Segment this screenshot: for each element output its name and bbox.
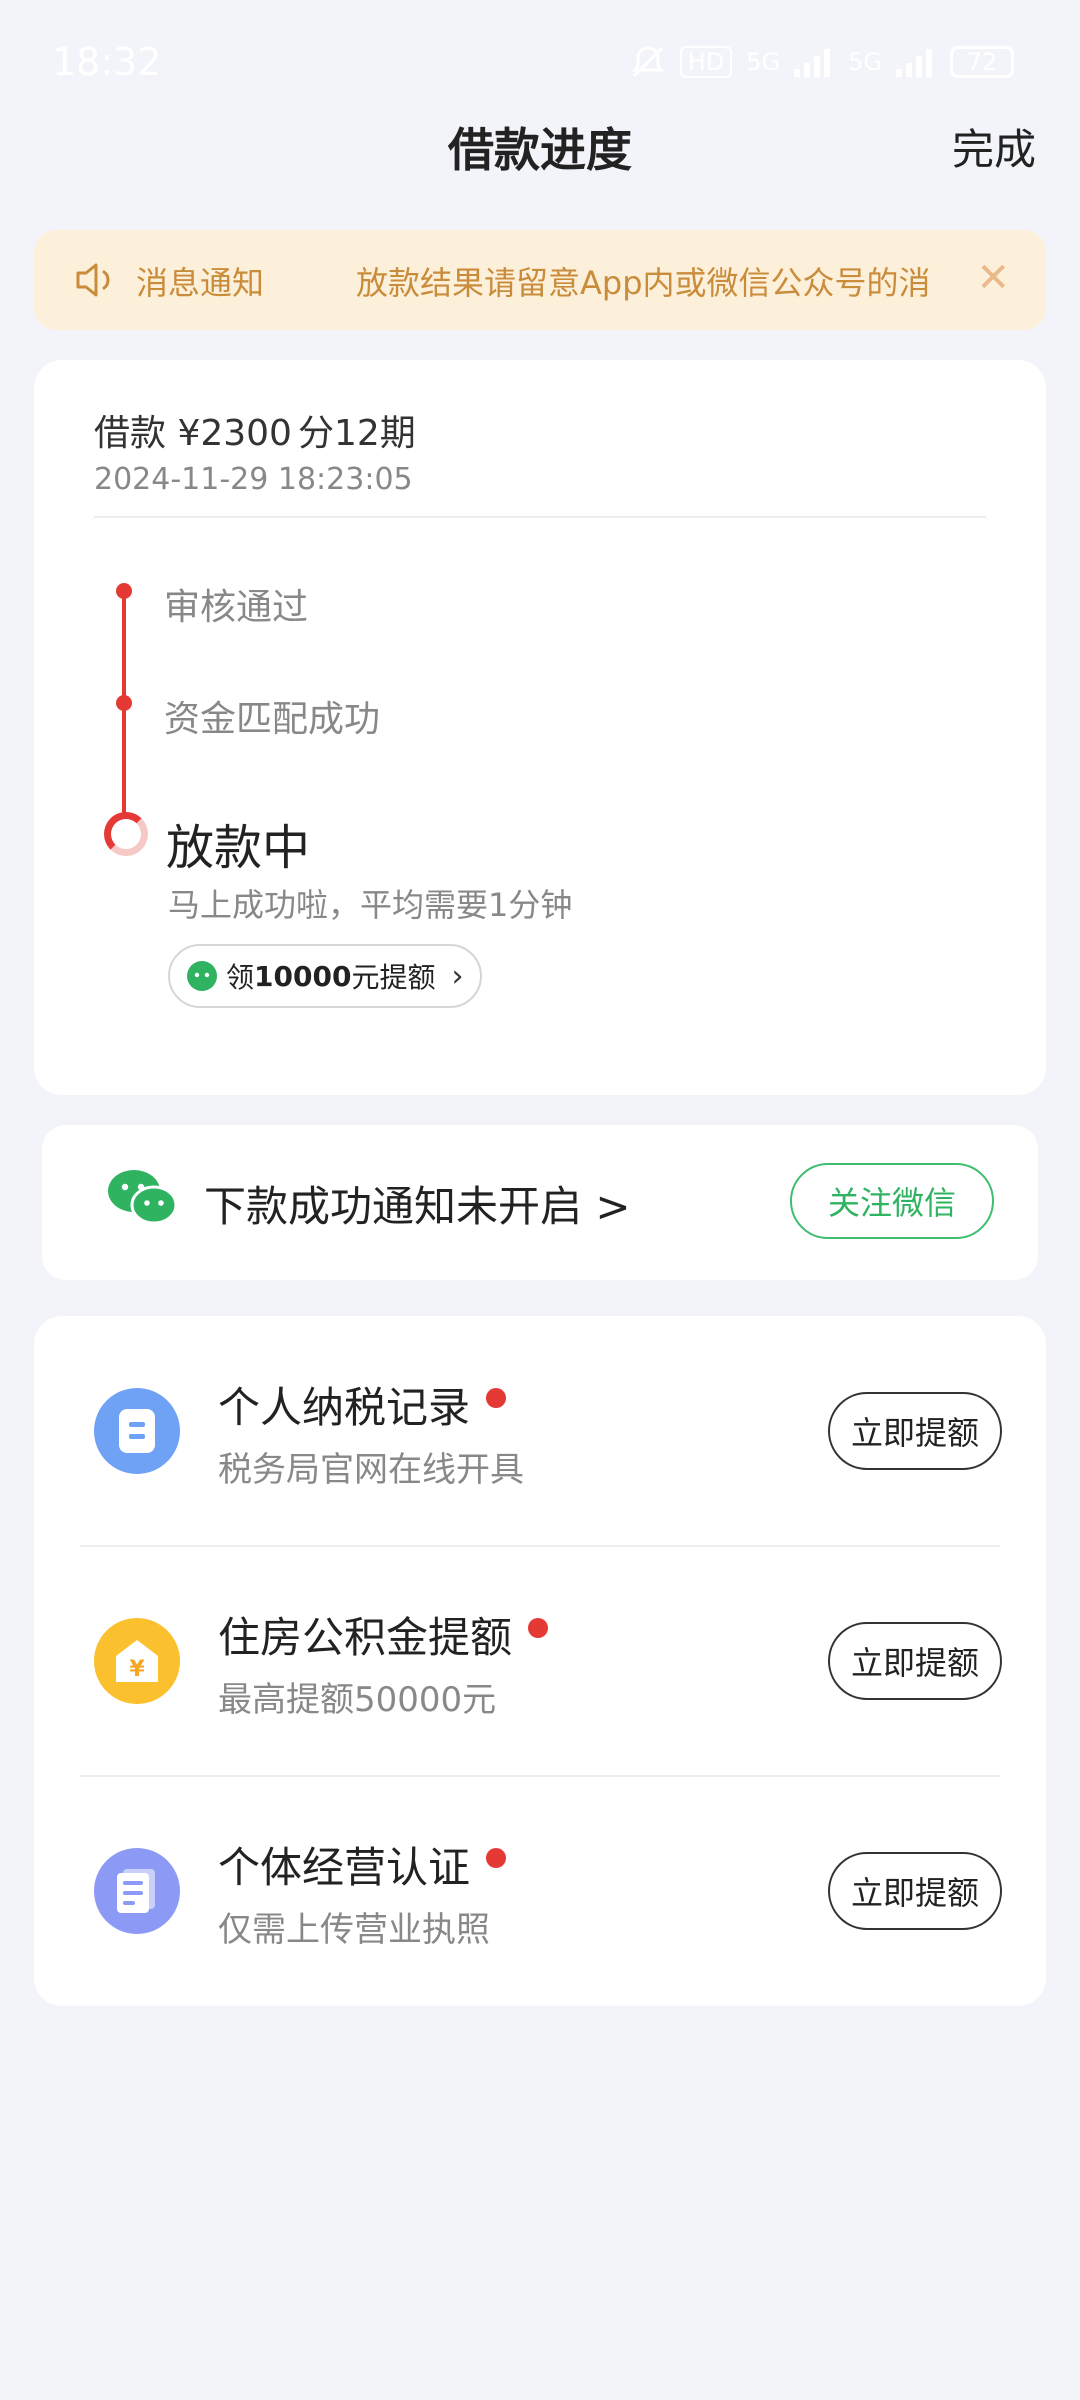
pill-prefix: 领 — [226, 961, 255, 994]
status-time: 18:32 — [52, 40, 162, 84]
hd-badge: HD — [679, 46, 733, 78]
follow-wechat-button[interactable]: 关注微信 — [790, 1163, 994, 1239]
step-line — [122, 703, 126, 815]
done-button[interactable]: 完成 — [952, 116, 1036, 177]
divider — [94, 516, 986, 518]
house-yen-icon: ¥ — [94, 1618, 180, 1704]
pill-amount: 10000 — [254, 959, 352, 993]
item-title: 个体经营认证 — [218, 1843, 471, 1892]
item-title: 个人纳税记录 — [218, 1383, 471, 1432]
step-label: 审核通过 — [164, 587, 309, 628]
red-dot-badge — [528, 1618, 548, 1638]
loan-progress-card: 借款 ¥2300 分12期 2024-11-29 18:23:05 审核通过 资… — [34, 360, 1046, 1095]
loan-time: 2024-11-29 18:23:05 — [94, 462, 413, 497]
red-dot-badge — [486, 1388, 506, 1408]
wechat-notify-text[interactable]: 下款成功通知未开启 > — [204, 1173, 631, 1234]
wechat-notify-card[interactable]: 下款成功通知未开启 > 关注微信 — [42, 1125, 1038, 1280]
item-subtitle: 税务局官网在线开具 — [218, 1450, 524, 1490]
red-dot-badge — [486, 1848, 506, 1868]
notice-text: 放款结果请留意App内或微信公众号的消 — [356, 264, 931, 302]
raise-quota-button[interactable]: 立即提额 — [828, 1852, 1002, 1930]
close-icon[interactable]: ✕ — [976, 258, 1010, 298]
notice-bar[interactable]: 消息通知 放款结果请留意App内或微信公众号的消 ✕ — [34, 230, 1046, 330]
step-line — [122, 591, 126, 703]
svg-text:¥: ¥ — [129, 1657, 145, 1682]
raise-quota-button[interactable]: 立即提额 — [828, 1392, 1002, 1470]
loan-period: 分12期 — [298, 413, 416, 454]
wechat-chat-icon — [187, 961, 217, 991]
signal-icon-2 — [896, 49, 932, 77]
loan-amount: 借款 ¥2300 — [94, 413, 292, 454]
battery-icon: 72 — [950, 46, 1014, 78]
page-title: 借款进度 — [448, 123, 632, 177]
wechat-icon — [108, 1170, 178, 1225]
mute-bell-icon — [631, 46, 664, 78]
tax-document-icon — [94, 1388, 180, 1474]
status-icons: HD 5G 5G 72 — [630, 44, 1014, 80]
quota-offer-pill[interactable]: 领 10000 元提额 › — [168, 944, 482, 1008]
signal-icon — [794, 49, 831, 77]
list-item[interactable]: 个体经营认证 仅需上传营业执照 立即提额 — [34, 1776, 1046, 2006]
network-5g-label: 5G — [746, 48, 781, 76]
network-5g-label-2: 5G — [848, 48, 882, 76]
list-item[interactable]: ¥ 住房公积金提额 最高提额50000元 立即提额 — [34, 1546, 1046, 1776]
item-title: 住房公积金提额 — [218, 1613, 513, 1662]
item-subtitle: 最高提额50000元 — [218, 1680, 497, 1720]
pill-suffix: 元提额 — [351, 961, 436, 994]
step-label: 资金匹配成功 — [164, 699, 381, 740]
current-step-title: 放款中 — [166, 820, 311, 876]
item-subtitle: 仅需上传营业执照 — [218, 1910, 490, 1950]
loading-ring-icon — [104, 812, 148, 856]
quota-list-card: 个人纳税记录 税务局官网在线开具 立即提额 ¥ 住房公积金提额 最高提额5000… — [34, 1316, 1046, 2006]
header: 借款进度 完成 — [0, 100, 1080, 190]
speaker-icon — [76, 263, 110, 297]
notice-title: 消息通知 — [136, 264, 265, 302]
list-item[interactable]: 个人纳税记录 税务局官网在线开具 立即提额 — [34, 1316, 1046, 1546]
business-license-icon — [94, 1848, 180, 1934]
chevron-right-icon: › — [451, 958, 464, 994]
current-step-subtitle: 马上成功啦，平均需要1分钟 — [168, 886, 573, 924]
raise-quota-button[interactable]: 立即提额 — [828, 1622, 1002, 1700]
